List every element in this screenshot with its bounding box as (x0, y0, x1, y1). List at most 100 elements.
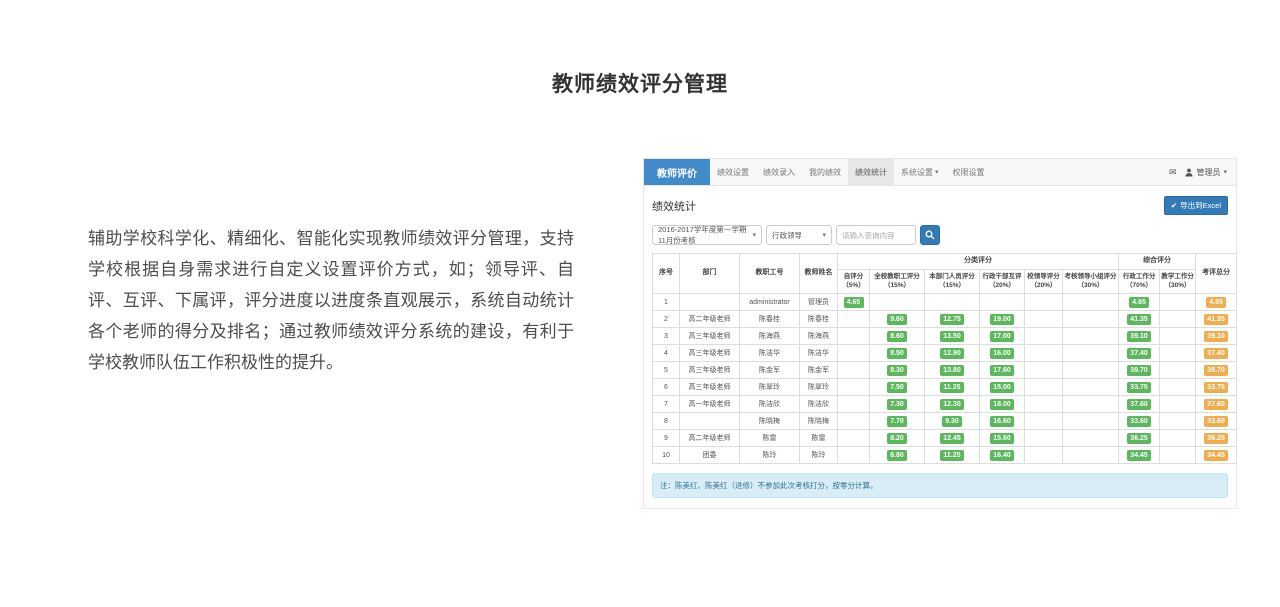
nav-item-label: 绩效录入 (763, 167, 795, 178)
search-input[interactable] (836, 225, 916, 245)
cell-name: 陈玲 (800, 447, 838, 464)
cell-mutual: 16.40 (980, 447, 1025, 464)
role-select[interactable]: 行政领导 ▾ (766, 225, 832, 245)
nav-item-label: 绩效设置 (717, 167, 749, 178)
cell-mutual: 17.60 (980, 362, 1025, 379)
col-header-group-score: 考核领导小组评分 （30%） (1063, 269, 1119, 294)
table-body: 1administrator管理员4.654.654.652高二年级老师陈春桂陈… (653, 294, 1237, 464)
term-select[interactable]: 2016-2017学年度第一学期11月份考核 ▾ (652, 225, 762, 245)
total-score-badge: 41.35 (1204, 314, 1228, 325)
score-badge: 7.70 (887, 416, 907, 427)
score-badge: 37.40 (1127, 348, 1151, 359)
cell-dept_score: 12.90 (925, 345, 980, 362)
table-row: 2高二年级老师陈春桂陈春桂9.6012.7519.0041.3541.35 (653, 311, 1237, 328)
total-score-badge: 37.60 (1204, 399, 1228, 410)
navbar: 教师评价 绩效设置 绩效录入我的绩效绩效统计系统设置▾权限设置 ✉ 管理员 ▾ (644, 159, 1236, 186)
cell-leader (1025, 328, 1063, 345)
col-header-name: 教师姓名 (800, 254, 838, 294)
col-header-teach-work: 教学工作分 （30%） (1160, 269, 1196, 294)
score-badge: 8.30 (887, 365, 907, 376)
cell-self (838, 413, 870, 430)
nav-item[interactable]: 系统设置▾ (894, 159, 946, 185)
chevron-down-icon: ▾ (822, 231, 826, 239)
score-badge: 8.50 (887, 348, 907, 359)
cell-staff_id: 陈洁华 (740, 345, 800, 362)
cell-mutual: 17.00 (980, 328, 1025, 345)
score-badge: 16.00 (990, 348, 1014, 359)
table-row: 7高一年级老师陈洁欣陈洁欣7.3012.3018.0037.6037.60 (653, 396, 1237, 413)
cell-total: 36.25 (1196, 430, 1237, 447)
cell-group (1063, 396, 1119, 413)
cell-admin_work: 36.25 (1119, 430, 1160, 447)
nav-item[interactable]: 绩效设置 (710, 159, 756, 185)
search-button[interactable] (920, 225, 940, 245)
score-badge: 9.30 (942, 416, 962, 427)
total-score-badge: 39.10 (1204, 331, 1228, 342)
cell-self: 4.65 (838, 294, 870, 311)
cell-school: 7.30 (870, 396, 925, 413)
total-score-badge: 33.60 (1204, 416, 1228, 427)
cell-school: 7.50 (870, 379, 925, 396)
score-badge: 11.25 (940, 382, 963, 393)
cell-teach_work (1160, 345, 1196, 362)
cell-no: 5 (653, 362, 680, 379)
score-badge: 39.10 (1127, 331, 1151, 342)
app-screenshot: 教师评价 绩效设置 绩效录入我的绩效绩效统计系统设置▾权限设置 ✉ 管理员 ▾ 绩… (643, 158, 1237, 509)
cell-mutual: 18.00 (980, 396, 1025, 413)
table-row: 9高二年级老师陈雷陈雷8.2012.4515.6036.2536.25 (653, 430, 1237, 447)
total-score-badge: 37.40 (1204, 348, 1228, 359)
cell-mutual: 15.00 (980, 379, 1025, 396)
cell-admin_work: 37.40 (1119, 345, 1160, 362)
cell-self (838, 430, 870, 447)
cell-admin_work: 39.70 (1119, 362, 1160, 379)
nav-item[interactable]: 绩效统计 (848, 159, 894, 185)
cell-teach_work (1160, 362, 1196, 379)
col-header-admin-work: 行政工作分 （70%） (1119, 269, 1160, 294)
col-header-dept-score: 本部门人员评分 （15%） (925, 269, 980, 294)
col-header-staff-id: 教职工号 (740, 254, 800, 294)
cell-school: 8.60 (870, 328, 925, 345)
cell-self (838, 396, 870, 413)
score-badge: 7.50 (887, 382, 907, 393)
col-header-no: 序号 (653, 254, 680, 294)
score-badge: 6.80 (887, 450, 907, 461)
envelope-icon[interactable]: ✉ (1169, 167, 1177, 178)
cell-dept: 高一年级老师 (680, 396, 740, 413)
cell-teach_work (1160, 328, 1196, 345)
col-header-leader-score: 校领导评分 （20%） (1025, 269, 1063, 294)
cell-staff_id: 陈雷 (740, 430, 800, 447)
cell-admin_work: 41.35 (1119, 311, 1160, 328)
score-badge: 13.50 (940, 331, 964, 342)
check-icon: ✔ (1171, 201, 1177, 210)
cell-mutual: 16.00 (980, 345, 1025, 362)
note-banner: 注：陈美红、陈美红（进修）不参加此次考核打分，按零分计算。 (652, 473, 1228, 498)
cell-dept_score: 12.30 (925, 396, 980, 413)
nav-item[interactable]: 我的绩效 (802, 159, 848, 185)
score-badge: 34.45 (1127, 450, 1151, 461)
cell-teach_work (1160, 311, 1196, 328)
nav-item[interactable]: 绩效录入 (756, 159, 802, 185)
user-menu[interactable]: 管理员 ▾ (1185, 167, 1227, 178)
cell-no: 2 (653, 311, 680, 328)
export-excel-button[interactable]: ✔ 导出到Excel (1164, 196, 1228, 215)
cell-group (1063, 311, 1119, 328)
navbar-brand[interactable]: 教师评价 (644, 159, 710, 185)
table-header: 序号 部门 教职工号 教师姓名 分类评分 综合评分 考评总分 自评分 （5%） … (653, 254, 1237, 294)
cell-mutual: 19.00 (980, 311, 1025, 328)
total-score-badge: 39.70 (1204, 365, 1228, 376)
score-badge: 11.25 (940, 450, 963, 461)
cell-name: 陈金军 (800, 362, 838, 379)
score-badge: 12.45 (940, 433, 964, 444)
cell-staff_id: 陈晓梅 (740, 413, 800, 430)
cell-name: 陈晓梅 (800, 413, 838, 430)
table-row: 6高三年级老师陈翠玲陈翠玲7.5011.2515.0033.7533.75 (653, 379, 1237, 396)
cell-staff_id: 陈金军 (740, 362, 800, 379)
cell-staff_id: 陈春桂 (740, 311, 800, 328)
nav-item[interactable]: 权限设置 (946, 159, 992, 185)
score-badge: 16.60 (990, 416, 1014, 427)
cell-admin_work: 37.60 (1119, 396, 1160, 413)
cell-no: 9 (653, 430, 680, 447)
score-badge: 12.90 (940, 348, 964, 359)
cell-dept: 高三年级老师 (680, 379, 740, 396)
cell-school: 8.30 (870, 362, 925, 379)
